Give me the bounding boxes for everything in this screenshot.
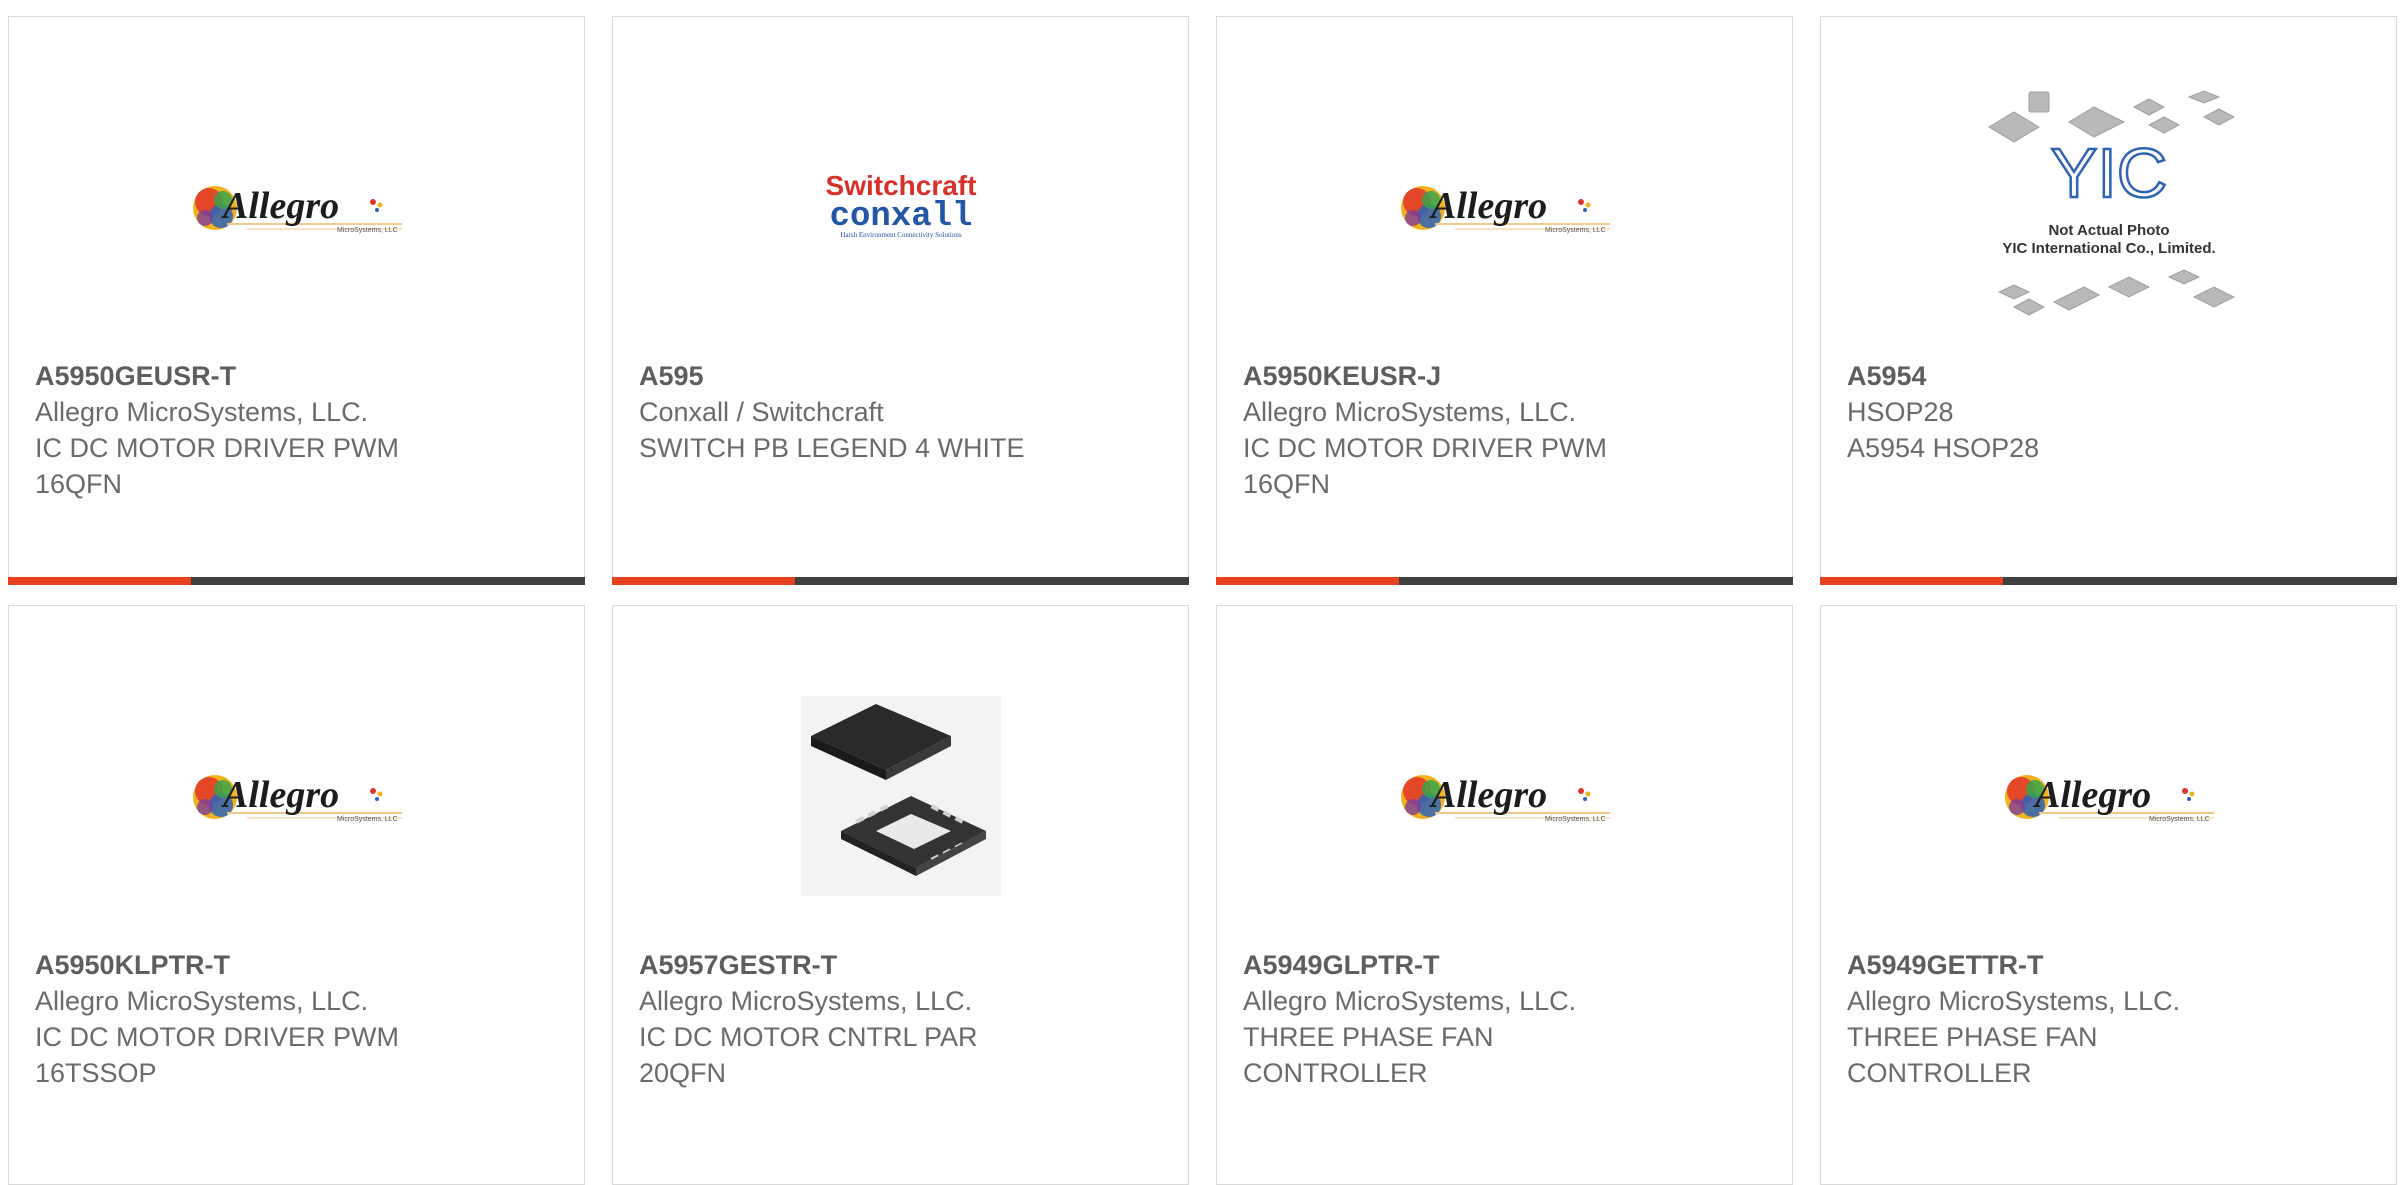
manufacturer: HSOP28 [1847,397,1954,427]
yic-placeholder-image: YIC Not Actual Photo YIC International C… [1821,57,2396,357]
description: THREE PHASE FAN CONTROLLER [1847,1022,2098,1088]
product-card[interactable]: YIC Not Actual Photo YIC International C… [1820,16,2397,585]
allegro-logo: Allegro MicroSystems, LLC [1217,57,1792,357]
manufacturer: Allegro MicroSystems, LLC. [1243,397,1577,427]
product-card[interactable]: Allegro MicroSystems, LLC A5949GLPTR-T A… [1216,605,1793,1185]
svg-text:Switchcraft: Switchcraft [825,170,976,201]
product-card[interactable]: Allegro MicroSystems, LLC A5950GEUSR-T A… [8,16,585,585]
part-number[interactable]: A5950GEUSR-T [35,358,564,394]
svg-text:Not Actual Photo: Not Actual Photo [2048,222,2169,239]
allegro-logo: Allegro MicroSystems, LLC [1217,646,1792,946]
part-number[interactable]: A5949GETTR-T [1847,947,2376,983]
card-bar [1216,577,1793,585]
product-info: A5949GETTR-T Allegro MicroSystems, LLC. … [1847,947,2376,1091]
part-number[interactable]: A5954 [1847,358,2376,394]
manufacturer: Allegro MicroSystems, LLC. [1847,986,2181,1016]
part-number[interactable]: A5957GESTR-T [639,947,1168,983]
description: SWITCH PB LEGEND 4 WHITE [639,433,1025,463]
product-card[interactable]: Allegro MicroSystems, LLC A5950KLPTR-T A… [8,605,585,1185]
description: IC DC MOTOR DRIVER PWM 16TSSOP [35,1022,399,1088]
manufacturer: Allegro MicroSystems, LLC. [35,397,369,427]
svg-text:YIC: YIC [2050,134,2167,212]
svg-text:Allegro: Allegro [2033,774,2151,816]
manufacturer: Allegro MicroSystems, LLC. [1243,986,1577,1016]
product-info: A5949GLPTR-T Allegro MicroSystems, LLC. … [1243,947,1772,1091]
card-bar-accent [1820,577,2003,585]
svg-text:Allegro: Allegro [221,774,339,816]
switchcraft-conxall-logo: Switchcraft conxall Harsh Environment Co… [613,57,1188,357]
product-card[interactable]: Switchcraft conxall Harsh Environment Co… [612,16,1189,585]
svg-text:Allegro: Allegro [1429,774,1547,816]
product-info: A5957GESTR-T Allegro MicroSystems, LLC. … [639,947,1168,1091]
svg-text:Allegro: Allegro [1429,185,1547,227]
svg-text:YIC International Co., Limited: YIC International Co., Limited. [2002,240,2215,257]
card-bar [612,577,1189,585]
svg-text:MicroSystems, LLC: MicroSystems, LLC [2149,816,2210,823]
description: IC DC MOTOR CNTRL PAR 20QFN [639,1022,978,1088]
part-number[interactable]: A5950KLPTR-T [35,947,564,983]
part-number[interactable]: A5950KEUSR-J [1243,358,1772,394]
manufacturer: Allegro MicroSystems, LLC. [639,986,973,1016]
allegro-logo: Allegro MicroSystems, LLC [1821,646,2396,946]
svg-text:MicroSystems, LLC: MicroSystems, LLC [1545,816,1606,823]
card-bar [1820,577,2397,585]
qfn-chip-photo [613,646,1188,946]
part-number[interactable]: A5949GLPTR-T [1243,947,1772,983]
description: THREE PHASE FAN CONTROLLER [1243,1022,1494,1088]
product-card[interactable]: Allegro MicroSystems, LLC A5949GETTR-T A… [1820,605,2397,1185]
svg-text:Allegro: Allegro [221,185,339,227]
svg-text:Harsh Environment Connectivity: Harsh Environment Connectivity Solutions [840,231,961,239]
manufacturer: Allegro MicroSystems, LLC. [35,986,369,1016]
product-info: A5950KEUSR-J Allegro MicroSystems, LLC. … [1243,358,1772,502]
product-info: A5950KLPTR-T Allegro MicroSystems, LLC. … [35,947,564,1091]
svg-text:MicroSystems, LLC: MicroSystems, LLC [337,227,398,234]
card-bar-accent [1216,577,1399,585]
part-number[interactable]: A595 [639,358,1168,394]
card-bar [8,577,585,585]
card-bar-accent [8,577,191,585]
allegro-logo: Allegro MicroSystems, LLC [9,57,584,357]
product-info: A5954 HSOP28 A5954 HSOP28 [1847,358,2376,466]
svg-text:MicroSystems, LLC: MicroSystems, LLC [337,816,398,823]
product-card[interactable]: Allegro MicroSystems, LLC A5950KEUSR-J A… [1216,16,1793,585]
product-info: A5950GEUSR-T Allegro MicroSystems, LLC. … [35,358,564,502]
description: IC DC MOTOR DRIVER PWM 16QFN [35,433,399,499]
allegro-logo: Allegro MicroSystems, LLC [9,646,584,946]
description: IC DC MOTOR DRIVER PWM 16QFN [1243,433,1607,499]
svg-text:MicroSystems, LLC: MicroSystems, LLC [1545,227,1606,234]
manufacturer: Conxall / Switchcraft [639,397,884,427]
product-info: A595 Conxall / Switchcraft SWITCH PB LEG… [639,358,1168,466]
description: A5954 HSOP28 [1847,433,2040,463]
product-card[interactable]: A5957GESTR-T Allegro MicroSystems, LLC. … [612,605,1189,1185]
card-bar-accent [612,577,795,585]
